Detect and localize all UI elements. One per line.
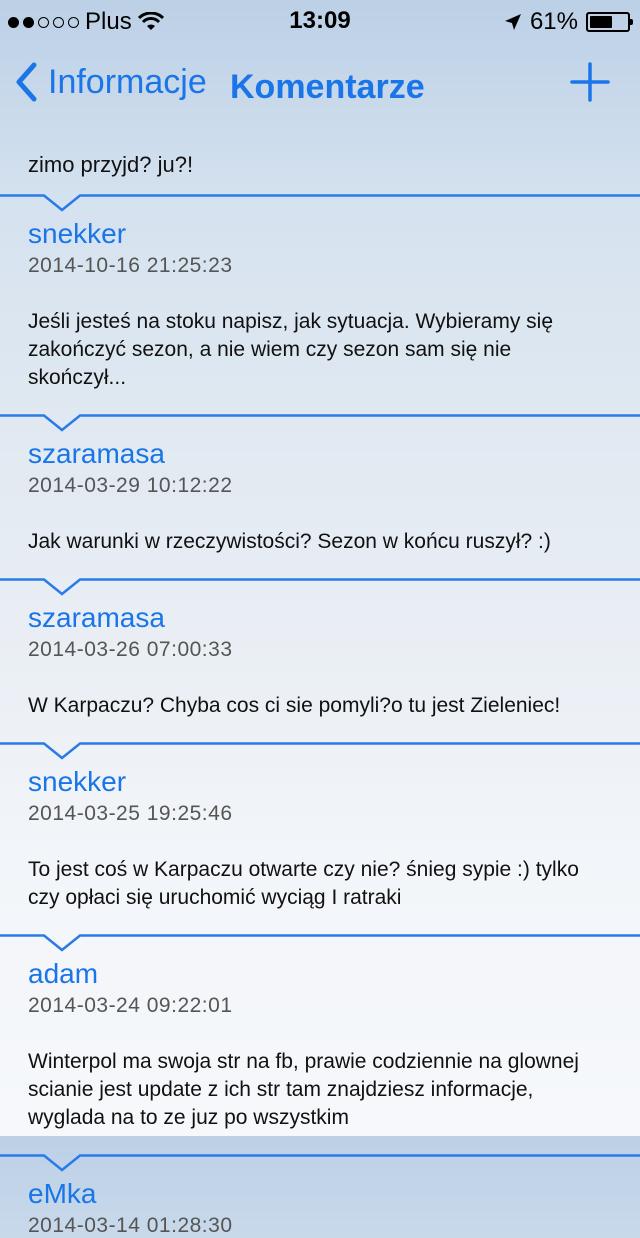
- comment-item[interactable]: snekker 2014-03-25 19:25:46 To jest coś w …: [0, 760, 640, 934]
- status-bar: Plus 13:09 61%: [0, 0, 640, 40]
- comment-text-partial: zimo przyjd? ju?!: [28, 152, 194, 177]
- separator-pointer: [0, 578, 640, 596]
- comment-date: 2014-03-14 01:28:30: [28, 1214, 233, 1237]
- status-right: 61%: [504, 8, 633, 36]
- battery-icon: [586, 12, 633, 32]
- comment-body: W Karpaczu? Chyba cos ci sie pomyli?o tu…: [28, 694, 561, 717]
- comment-separator: [0, 1154, 640, 1172]
- back-button-label: Informacje: [48, 62, 207, 101]
- comment-date: 2014-03-29 10:12:22: [28, 474, 233, 497]
- comment-date: 2014-10-16 21:25:23: [28, 254, 233, 277]
- chevron-left-icon: [16, 62, 37, 102]
- comment-date: 2014-03-24 09:22:01: [28, 994, 233, 1017]
- comment-author[interactable]: szaramasa: [28, 602, 612, 634]
- add-comment-button[interactable]: [570, 62, 610, 102]
- navigation-bar: Informacje Komentarze: [0, 40, 640, 128]
- separator-pointer: [0, 1154, 640, 1172]
- comment-separator: [0, 194, 640, 212]
- comment-author[interactable]: szaramasa: [28, 438, 612, 470]
- separator-pointer: [0, 194, 640, 212]
- battery-percent: 61%: [529, 8, 578, 35]
- comment-author[interactable]: snekker: [28, 766, 612, 798]
- comment-separator: [0, 578, 640, 596]
- comment-separator: [0, 414, 640, 432]
- comment-list[interactable]: zimo przyjd? ju?! snekker 2014-10-16 21:2…: [0, 128, 640, 1238]
- separator-pointer: [0, 414, 640, 432]
- location-arrow-icon: [504, 14, 521, 30]
- comment-item[interactable]: snekker 2014-10-16 21:25:23 Jeśli jesteś n…: [0, 212, 640, 414]
- comment-item[interactable]: eMka 2014-03-14 01:28:30: [0, 1172, 640, 1238]
- comment-author[interactable]: eMka: [28, 1178, 612, 1210]
- comment-author[interactable]: adam: [28, 958, 612, 990]
- comment-date: 2014-03-25 19:25:46: [28, 802, 233, 825]
- battery-fill: [590, 16, 612, 28]
- comment-separator: [0, 934, 640, 952]
- comment-date: 2014-03-26 07:00:33: [28, 638, 233, 661]
- page-title: Komentarze: [230, 68, 425, 106]
- comment-separator: [0, 742, 640, 760]
- separator-pointer: [0, 934, 640, 952]
- comment-body: Jeśli jesteś na stoku napisz, jak sytuac…: [28, 310, 554, 389]
- comment-body: Winterpol ma swoja str na fb, prawie cod…: [28, 1050, 579, 1129]
- back-button[interactable]: Informacje: [14, 62, 207, 102]
- comment-item[interactable]: adam 2014-03-24 09:22:01 Winterpol ma swoj…: [0, 952, 640, 1154]
- comment-author[interactable]: snekker: [28, 218, 612, 250]
- comment-item[interactable]: szaramasa 2014-03-29 10:12:22 Jak warunki …: [0, 432, 640, 578]
- comment-body: Jak warunki w rzeczywistości? Sezon w ko…: [28, 530, 551, 553]
- separator-pointer: [0, 742, 640, 760]
- comment-body: To jest coś w Karpaczu otwarte czy nie? …: [28, 858, 579, 909]
- comment-item[interactable]: szaramasa 2014-03-26 07:00:33 W Karpaczu? …: [0, 596, 640, 742]
